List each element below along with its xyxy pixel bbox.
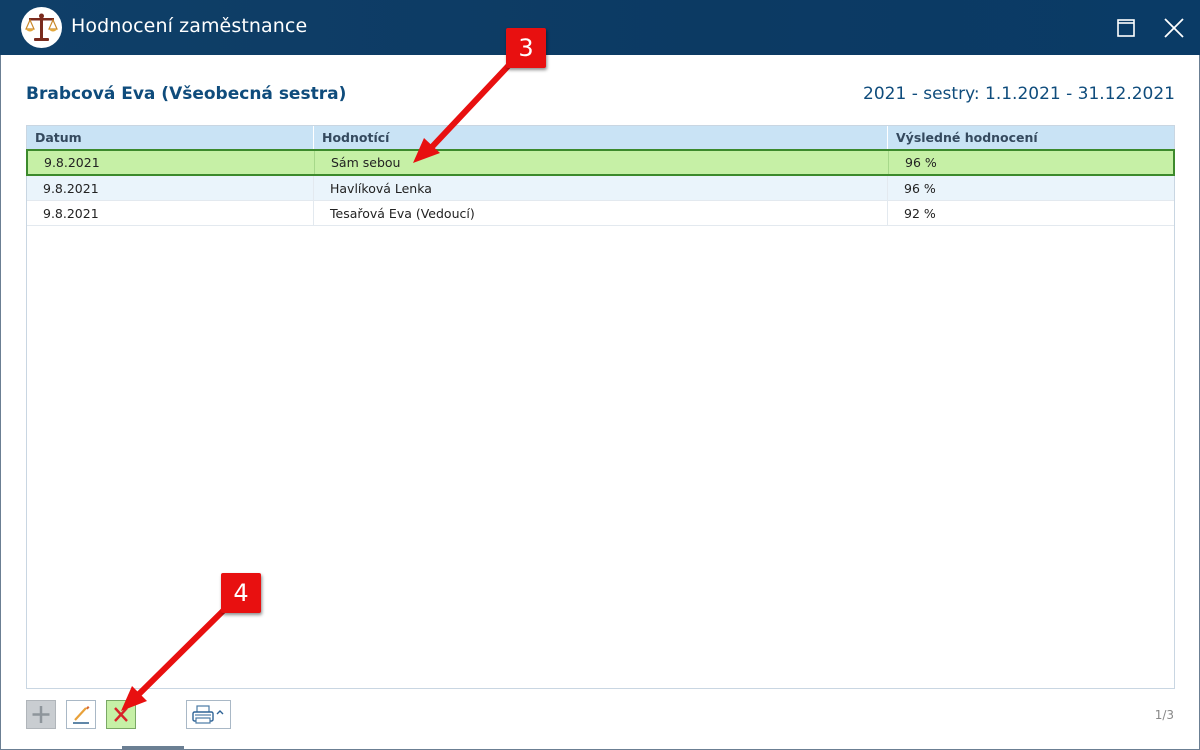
cell-evaluator: Tesařová Eva (Vedoucí) [314, 201, 888, 226]
maximize-icon [1117, 19, 1135, 37]
column-header-result[interactable]: Výsledné hodnocení [888, 126, 1174, 149]
plus-icon [32, 706, 50, 723]
evaluation-period: 2021 - sestry: 1.1.2021 - 31.12.2021 [863, 84, 1175, 104]
window-bottom-tab [122, 746, 184, 750]
printer-icon [192, 705, 224, 724]
print-button[interactable] [186, 700, 231, 729]
add-button[interactable] [26, 700, 56, 729]
table-row[interactable]: 9.8.2021 Sám sebou 96 % [26, 149, 1175, 176]
cell-evaluator: Sám sebou [315, 151, 889, 174]
pencil-icon [73, 706, 90, 724]
table-row[interactable]: 9.8.2021 Tesařová Eva (Vedoucí) 92 % [27, 201, 1174, 226]
close-button[interactable] [1160, 14, 1188, 42]
close-icon [1164, 18, 1184, 38]
page-indicator: 1/3 [1154, 708, 1174, 722]
scales-of-justice-icon [21, 7, 62, 48]
annotation-badge-3: 3 [506, 28, 546, 68]
window-title: Hodnocení zaměstnance [71, 15, 308, 37]
edit-button[interactable] [66, 700, 96, 729]
annotation-badge-4: 4 [221, 573, 261, 613]
table-header: Datum Hodnotící Výsledné hodnocení [27, 126, 1174, 149]
cell-date: 9.8.2021 [28, 151, 315, 174]
column-header-date[interactable]: Datum [27, 126, 314, 149]
cell-result: 92 % [904, 206, 936, 221]
cell-evaluator: Havlíková Lenka [314, 176, 888, 201]
cell-date: 9.8.2021 [27, 201, 314, 226]
employee-name: Brabcová Eva (Všeobecná sestra) [26, 84, 347, 104]
delete-x-icon [114, 707, 128, 722]
evaluation-table: Datum Hodnotící Výsledné hodnocení 9.8.2… [26, 125, 1175, 689]
cell-date: 9.8.2021 [27, 176, 314, 201]
cell-result: 96 % [905, 155, 937, 170]
column-header-evaluator[interactable]: Hodnotící [314, 126, 888, 149]
maximize-button[interactable] [1112, 14, 1140, 42]
cell-result: 96 % [904, 181, 936, 196]
table-row[interactable]: 9.8.2021 Havlíková Lenka 96 % [27, 176, 1174, 201]
title-bar: Hodnocení zaměstnance [0, 0, 1200, 55]
delete-button[interactable] [106, 700, 136, 729]
